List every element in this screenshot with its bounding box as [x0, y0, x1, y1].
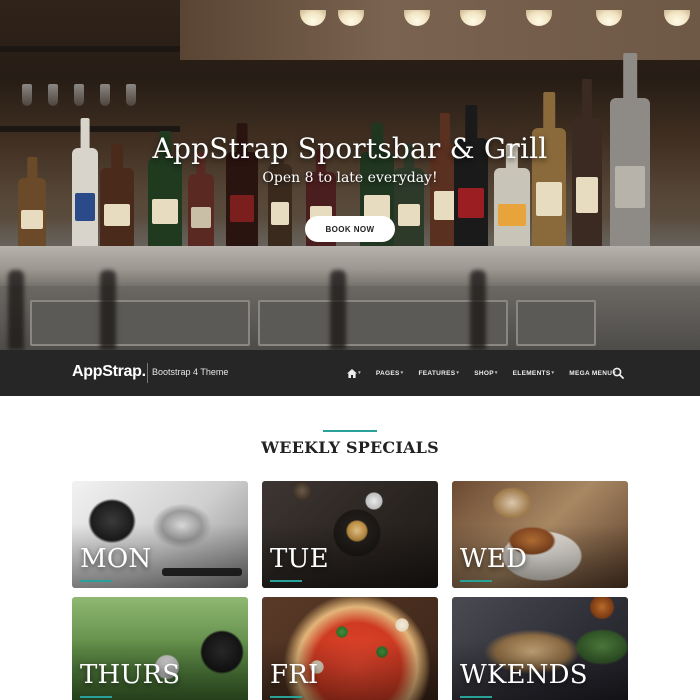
back-wall [180, 0, 700, 60]
nav-item-label: PAGES [375, 369, 400, 377]
special-card-tue[interactable]: TUE [262, 481, 438, 588]
nav-item-home[interactable]: ▾ [347, 368, 361, 378]
wine-glass [126, 84, 136, 106]
liquor-bottle [226, 152, 258, 248]
special-card-wed[interactable]: WED [452, 481, 628, 588]
card-day-label: MON [80, 544, 152, 574]
nav-menu: ▾ PAGES ▾ FEATURES ▾ SHOP ▾ ELEMENTS ▾ M… [347, 350, 616, 396]
brand-divider [147, 363, 148, 383]
search-icon[interactable] [612, 367, 624, 379]
card-underline [460, 696, 492, 698]
special-card-thurs[interactable]: THURS [72, 597, 248, 700]
glass-shelf [0, 46, 180, 52]
nav-item-shop[interactable]: SHOP ▾ [474, 370, 497, 377]
nav-item-mega-menu[interactable]: MEGA MENU ▾ [569, 370, 616, 377]
brand-tagline: Bootstrap 4 Theme [152, 367, 229, 377]
brand-logo[interactable]: AppStrap. [72, 363, 146, 381]
book-now-button[interactable]: BOOK NOW [305, 216, 395, 242]
chevron-down-icon: ▾ [358, 370, 361, 376]
beer-tap [100, 270, 116, 350]
hero-subtitle: Open 8 to late everyday! [262, 170, 438, 186]
home-icon [347, 368, 358, 378]
chevron-down-icon: ▾ [551, 370, 555, 376]
cabinet-panel [516, 300, 596, 346]
beer-tap [470, 270, 486, 350]
card-day-label: THURS [80, 660, 181, 690]
nav-item-label: ELEMENTS [512, 369, 551, 377]
beer-tap [330, 270, 346, 350]
card-underline [270, 580, 302, 582]
special-card-fri[interactable]: FRI [262, 597, 438, 700]
special-card-wkends[interactable]: WKENDS [452, 597, 628, 700]
nav-item-label: MEGA MENU [569, 369, 613, 377]
liquor-bottle [18, 178, 46, 248]
wine-glass [100, 84, 110, 106]
wine-glass [48, 84, 58, 106]
card-underline [460, 580, 492, 582]
nav-item-pages[interactable]: PAGES ▾ [376, 370, 404, 377]
section-title: WEEKLY SPECIALS [261, 438, 439, 457]
card-day-label: FRI [270, 660, 319, 690]
main-navbar: AppStrap. Bootstrap 4 Theme ▾ PAGES ▾ FE… [0, 350, 700, 396]
card-underline [80, 580, 112, 582]
beer-tap [8, 270, 24, 350]
nav-item-features[interactable]: FEATURES ▾ [418, 370, 459, 377]
wine-glass [74, 84, 84, 106]
card-underline [270, 696, 302, 698]
nav-item-elements[interactable]: ELEMENTS ▾ [513, 370, 555, 377]
card-day-label: TUE [270, 544, 329, 574]
hero-banner: AppStrap Sportsbar & Grill Open 8 to lat… [0, 0, 700, 350]
nav-item-label: FEATURES [418, 369, 456, 377]
hero-title: AppStrap Sportsbar & Grill [152, 132, 548, 165]
chevron-down-icon: ▾ [456, 370, 460, 376]
card-day-label: WKENDS [460, 660, 588, 690]
chevron-down-icon: ▾ [400, 370, 404, 376]
card-underline [80, 696, 112, 698]
card-day-label: WED [460, 544, 528, 574]
chevron-down-icon: ▾ [494, 370, 498, 376]
wine-glass [22, 84, 32, 106]
cabinet-panel [30, 300, 250, 346]
nav-item-label: SHOP [474, 369, 494, 377]
special-card-mon[interactable]: MON [72, 481, 248, 588]
section-accent-rule [323, 430, 377, 432]
